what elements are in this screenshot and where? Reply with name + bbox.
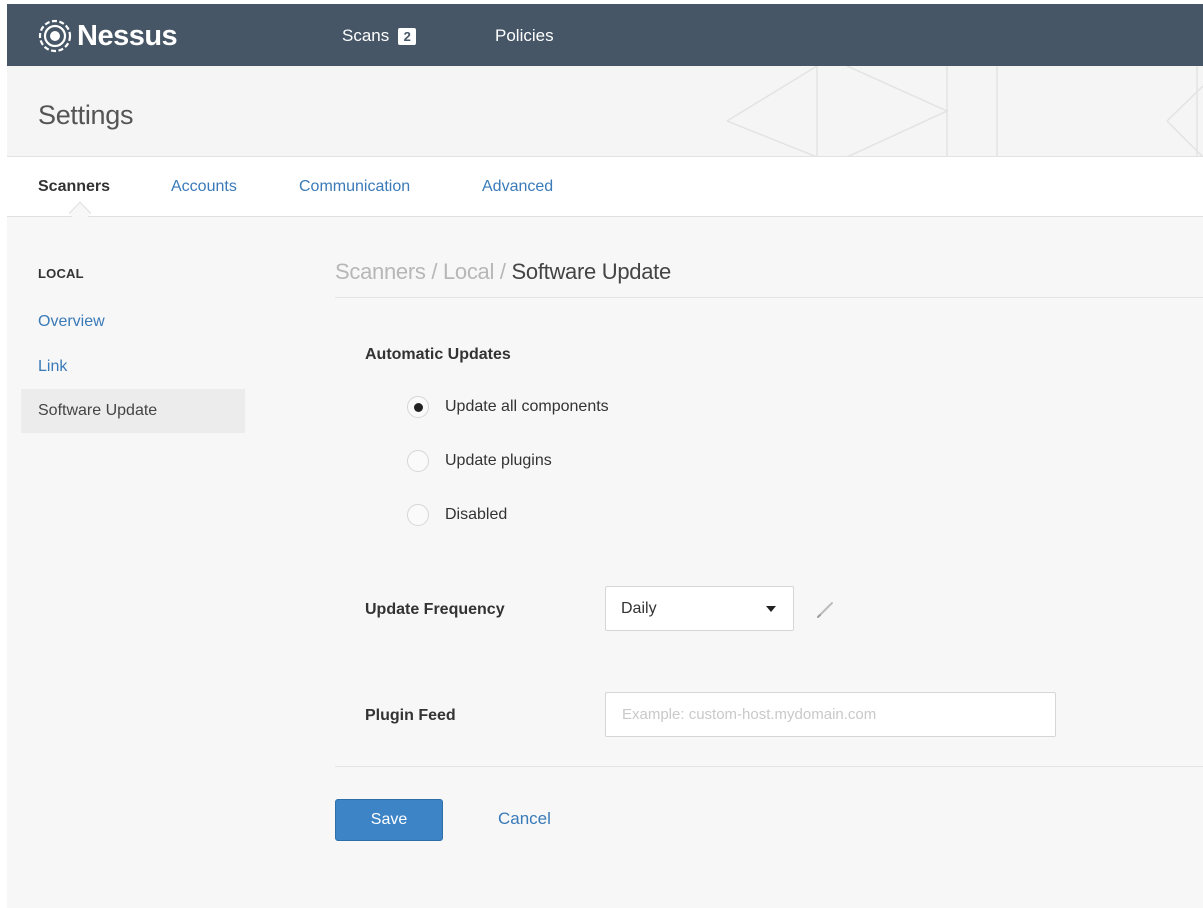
radio-update-all-components[interactable]: Update all components <box>407 396 609 418</box>
tab-scanners[interactable]: Scanners <box>38 178 110 196</box>
radio-label: Update plugins <box>445 452 552 469</box>
select-value: Daily <box>621 600 657 617</box>
sidebar-item-software-update[interactable]: Software Update <box>21 389 245 433</box>
caret-down-icon <box>766 606 776 612</box>
divider <box>335 766 1203 767</box>
update-frequency-select[interactable]: Daily <box>605 586 794 631</box>
tab-accounts[interactable]: Accounts <box>171 178 237 196</box>
plugin-feed-input[interactable] <box>605 692 1056 737</box>
nessus-logo[interactable]: Nessus <box>37 18 178 54</box>
divider <box>335 297 1203 298</box>
plugin-feed-label: Plugin Feed <box>365 707 456 724</box>
sidebar-item-link[interactable]: Link <box>21 345 245 389</box>
scans-count-badge: 2 <box>398 27 417 45</box>
sidebar-item-overview[interactable]: Overview <box>21 300 245 344</box>
nav-policies[interactable]: Policies <box>495 26 554 46</box>
sidebar-heading: LOCAL <box>38 266 84 281</box>
app-page: Nessus Scans 2 Policies Settings Scanner… <box>7 4 1203 908</box>
pencil-icon[interactable] <box>815 598 837 620</box>
radio-button[interactable] <box>407 396 429 418</box>
radio-label: Update all components <box>445 398 609 415</box>
update-frequency-label: Update Frequency <box>365 601 505 618</box>
radio-button[interactable] <box>407 450 429 472</box>
tab-communication[interactable]: Communication <box>299 178 410 196</box>
nav-scans[interactable]: Scans 2 <box>342 26 417 46</box>
breadcrumb-current: Software Update <box>511 259 672 284</box>
breadcrumb-path: Scanners / Local / <box>335 259 506 284</box>
settings-header: Settings <box>7 66 1203 157</box>
radio-label: Disabled <box>445 506 508 523</box>
app-name: Nessus <box>77 19 178 52</box>
nessus-logo-icon <box>38 19 72 53</box>
settings-tabs: Scanners Accounts Communication Advanced <box>7 157 1203 225</box>
cancel-button[interactable]: Cancel <box>498 809 551 829</box>
page-title: Settings <box>38 100 134 130</box>
radio-disabled[interactable]: Disabled <box>407 504 507 526</box>
radio-update-plugins[interactable]: Update plugins <box>407 450 552 472</box>
save-button[interactable]: Save <box>335 799 443 841</box>
active-tab-indicator <box>68 201 92 225</box>
top-nav-bar: Nessus Scans 2 Policies <box>7 4 1203 66</box>
automatic-updates-label: Automatic Updates <box>365 346 511 363</box>
tab-advanced[interactable]: Advanced <box>482 178 553 196</box>
header-decoration <box>726 66 1203 156</box>
radio-button[interactable] <box>407 504 429 526</box>
nav-scans-label: Scans <box>342 26 390 45</box>
breadcrumb: Scanners / Local / Software Update <box>335 259 671 285</box>
